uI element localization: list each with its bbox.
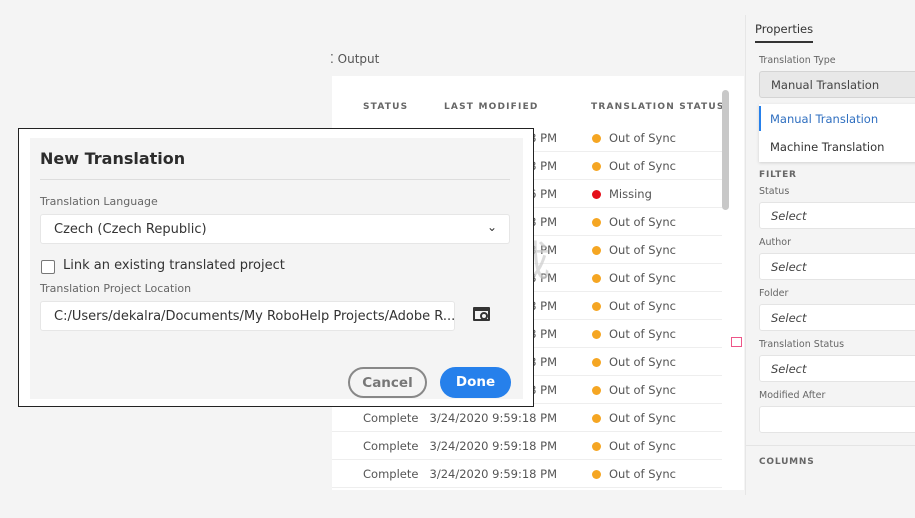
row-translation-status: Out of Sync bbox=[609, 439, 676, 453]
row-translation-status: Missing bbox=[609, 187, 652, 201]
filter-label: Status bbox=[759, 186, 790, 197]
header-status[interactable]: STATUS bbox=[363, 102, 408, 112]
done-button[interactable]: Done bbox=[440, 367, 511, 398]
columns-heading: COLUMNS bbox=[759, 457, 815, 467]
status-dot-icon bbox=[592, 302, 601, 311]
translation-type-label: Translation Type bbox=[759, 55, 836, 66]
status-dot-icon bbox=[592, 274, 601, 283]
row-last-modified: 3/24/2020 9:59:18 PM bbox=[429, 411, 557, 425]
broken-image-icon bbox=[731, 337, 742, 347]
row-translation-status: Out of Sync bbox=[609, 271, 676, 285]
filter-select[interactable]: Select bbox=[759, 304, 915, 331]
browse-folder-icon[interactable] bbox=[473, 307, 490, 321]
scrollbar[interactable] bbox=[722, 90, 729, 210]
status-dot-icon bbox=[592, 134, 601, 143]
table-row[interactable]: Complete 3/24/2020 9:59:18 PM Out of Sync bbox=[332, 460, 722, 488]
row-translation-status: Out of Sync bbox=[609, 411, 676, 425]
language-label: Translation Language bbox=[40, 195, 158, 208]
new-translation-dialog: New Translation Translation Language Cze… bbox=[18, 128, 534, 407]
drag-handle-icon: ⁚ bbox=[330, 52, 338, 66]
status-dot-icon bbox=[592, 330, 601, 339]
filter-label: Translation Status bbox=[759, 339, 845, 350]
status-dot-icon bbox=[592, 162, 601, 171]
option-manual-translation[interactable]: Manual Translation bbox=[759, 106, 915, 131]
row-translation-status: Out of Sync bbox=[609, 383, 676, 397]
status-dot-icon bbox=[592, 358, 601, 367]
translation-type-dropdown[interactable]: Manual Translation bbox=[759, 71, 915, 98]
row-translation-status: Out of Sync bbox=[609, 159, 676, 173]
status-dot-icon bbox=[592, 470, 601, 479]
filter-select[interactable] bbox=[759, 406, 915, 433]
header-last-modified[interactable]: LAST MODIFIED bbox=[444, 102, 539, 112]
table-row[interactable]: Complete 3/24/2020 9:59:18 PM Out of Sync bbox=[332, 432, 722, 460]
status-dot-icon bbox=[592, 414, 601, 423]
filter-select[interactable]: Select bbox=[759, 253, 915, 280]
option-machine-translation[interactable]: Machine Translation bbox=[759, 134, 895, 160]
status-dot-icon bbox=[592, 246, 601, 255]
language-value: Czech (Czech Republic) bbox=[54, 222, 207, 237]
status-dot-icon bbox=[592, 386, 601, 395]
translation-type-menu: Manual Translation Machine Translation bbox=[759, 104, 915, 162]
filter-label: Author bbox=[759, 237, 791, 248]
filter-label: Modified After bbox=[759, 390, 826, 401]
link-project-label[interactable]: Link an existing translated project bbox=[63, 258, 285, 273]
row-status: Complete bbox=[363, 467, 419, 481]
cancel-button[interactable]: Cancel bbox=[348, 367, 427, 398]
filter-heading: FILTER bbox=[759, 170, 797, 180]
status-dot-icon bbox=[592, 442, 601, 451]
filter-label: Folder bbox=[759, 288, 789, 299]
row-translation-status: Out of Sync bbox=[609, 243, 676, 257]
status-dot-icon bbox=[592, 218, 601, 227]
row-translation-status: Out of Sync bbox=[609, 299, 676, 313]
filter-select[interactable]: Select bbox=[759, 355, 915, 382]
language-dropdown[interactable]: Czech (Czech Republic) ⌄ bbox=[40, 214, 510, 244]
row-last-modified: 3/24/2020 9:59:18 PM bbox=[429, 439, 557, 453]
row-last-modified: 3/24/2020 9:59:18 PM bbox=[429, 467, 557, 481]
header-translation-status[interactable]: TRANSLATION STATUS bbox=[591, 102, 725, 112]
row-translation-status: Out of Sync bbox=[609, 215, 676, 229]
location-input[interactable]: C:/Users/dekalra/Documents/My RoboHelp P… bbox=[40, 301, 455, 331]
filter-select[interactable]: Select bbox=[759, 202, 915, 229]
table-row[interactable]: Complete 3/24/2020 9:59:18 PM Out of Sync bbox=[332, 404, 722, 432]
properties-panel: Properties Translation Type Manual Trans… bbox=[745, 15, 915, 495]
status-dot-icon bbox=[592, 190, 601, 199]
row-translation-status: Out of Sync bbox=[609, 355, 676, 369]
row-translation-status: Out of Sync bbox=[609, 131, 676, 145]
row-status: Complete bbox=[363, 411, 419, 425]
dialog-title: New Translation bbox=[40, 149, 186, 168]
row-translation-status: Out of Sync bbox=[609, 467, 676, 481]
location-label: Translation Project Location bbox=[40, 282, 192, 295]
tab-properties[interactable]: Properties bbox=[755, 22, 814, 43]
row-status: Complete bbox=[363, 439, 419, 453]
chevron-down-icon: ⌄ bbox=[486, 220, 497, 234]
link-project-checkbox[interactable] bbox=[41, 260, 55, 274]
output-panel-label[interactable]: ⁚ Output bbox=[330, 52, 379, 66]
row-translation-status: Out of Sync bbox=[609, 327, 676, 341]
